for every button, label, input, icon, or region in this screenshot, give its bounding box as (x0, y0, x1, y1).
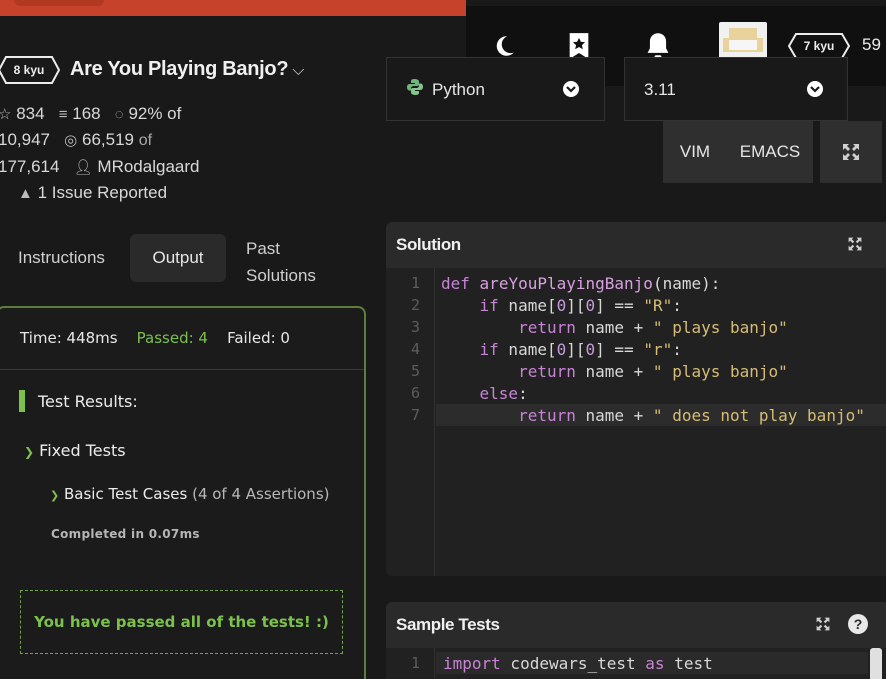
code-line[interactable]: return name + " plays banjo" (441, 318, 788, 337)
scrollbar-thumb[interactable] (870, 648, 882, 679)
line-number: 4 (410, 340, 420, 358)
chevron-down-icon (806, 80, 824, 103)
sample-tests-title: Sample Tests (396, 615, 500, 634)
target-icon: ◎ (64, 132, 78, 149)
chevron-down-icon (562, 80, 580, 103)
issues-text: 1 Issue Reported (37, 183, 168, 202)
code-line[interactable]: if name[0][0] == "R": (441, 296, 682, 315)
python-icon (406, 78, 424, 101)
code-line[interactable]: return name + " plays banjo" (441, 362, 788, 381)
kata-stats-row3: 177,614 👤︎ MRodalgaard (0, 157, 199, 177)
test-results-heading: Test Results: (38, 392, 138, 411)
test-summary: Time: 448ms Passed: 4 Failed: 0 (20, 329, 290, 347)
kata-stats-row1: ☆ 834 ≡ 168 ◌ 92% of (0, 104, 181, 124)
basic-cases-label: Basic Test Cases (64, 485, 188, 503)
line-number: 6 (410, 384, 420, 402)
help-icon[interactable]: ? (848, 614, 868, 634)
solution-editor: Solution 1 2 3 4 5 6 7 def areYouPlaying… (386, 222, 886, 576)
author-link[interactable]: MRodalgaard (97, 157, 199, 176)
completed-time: Completed in 0.07ms (51, 527, 200, 541)
completed-count: 66,519 (82, 130, 134, 149)
failed-label: Failed: 0 (227, 329, 290, 347)
solution-title: Solution (396, 235, 461, 254)
code-line[interactable]: import codewars_test as test (443, 654, 713, 673)
satisfaction-rating: 92% of (128, 104, 182, 123)
top-accent-tab (14, 0, 104, 6)
chevron-down-icon[interactable]: ⌵ (292, 62, 304, 79)
votes-count: 10,947 (0, 130, 50, 149)
issues-row[interactable]: ▲ 1 Issue Reported (18, 183, 167, 203)
chevron-right-icon: ❯ (50, 489, 60, 502)
version-value: 3.11 (644, 80, 676, 99)
code-line[interactable]: return name + " does not play banjo" (441, 406, 865, 425)
kata-rank-badge: 8 kyu (0, 56, 60, 84)
tab-output-label: Output (152, 248, 204, 267)
sample-tests-editor: Sample Tests ? 1 import codewars_test as… (386, 602, 886, 679)
kata-rank-text: 8 kyu (13, 63, 45, 77)
line-number: 1 (410, 654, 420, 672)
expand-icon[interactable] (815, 616, 831, 632)
line-number: 3 (410, 318, 420, 336)
user-rank-text: 7 kyu (803, 39, 835, 53)
attempts-count: 177,614 (0, 157, 60, 176)
line-number: 2 (410, 296, 420, 314)
code-line[interactable]: else: (441, 384, 528, 403)
chevron-down-icon: ❯ (24, 445, 35, 459)
kata-title-text: Are You Playing Banjo? (70, 58, 289, 80)
all-passed-text: You have passed all of the tests! :) (34, 613, 329, 631)
code-line[interactable]: def areYouPlayingBanjo(name): (441, 274, 720, 293)
time-label: Time: 448ms (20, 329, 118, 347)
star-icon[interactable]: ☆ (0, 106, 11, 123)
basic-test-cases-toggle[interactable]: ❯ Basic Test Cases (4 of 4 Assertions) (50, 485, 329, 503)
line-number: 1 (410, 274, 420, 292)
code-line[interactable]: if name[0][0] == "r": (441, 340, 682, 359)
fullscreen-button[interactable] (820, 121, 882, 183)
emacs-mode-button[interactable]: EMACS (727, 121, 813, 183)
output-divider (0, 369, 364, 370)
line-number: 7 (410, 406, 420, 424)
language-value: Python (432, 80, 485, 99)
tab-past-line1: Past (246, 239, 281, 258)
emacs-label: EMACS (739, 142, 801, 161)
vim-mode-button[interactable]: VIM (663, 121, 727, 183)
kata-title: Are You Playing Banjo? ⌵ (70, 58, 304, 81)
passed-label: Passed: 4 (136, 329, 208, 347)
satisfaction-icon: ◌ (114, 106, 124, 123)
user-rank-badge: 7 kyu (788, 33, 850, 59)
results-accent-bar (19, 390, 25, 412)
completed-of: of (138, 132, 153, 149)
fixed-tests-label: Fixed Tests (39, 441, 126, 460)
vim-label: VIM (679, 142, 711, 161)
fixed-tests-toggle[interactable]: ❯ Fixed Tests (24, 441, 126, 460)
tab-past-line2: Solutions (246, 266, 316, 285)
assertions-count: (4 of 4 Assertions) (192, 485, 330, 503)
all-tests-passed-banner: You have passed all of the tests! :) (20, 590, 343, 654)
kata-stats-row2: 10,947 ◎ 66,519 of (0, 130, 152, 150)
honor-score[interactable]: 59 (862, 35, 881, 55)
stars-count: 834 (16, 104, 45, 123)
tab-output[interactable]: Output (130, 234, 226, 282)
collections-count: 168 (72, 104, 101, 123)
expand-icon (843, 144, 859, 160)
solution-header: Solution (386, 222, 886, 268)
expand-icon[interactable] (847, 236, 863, 252)
collection-icon[interactable]: ≡ (59, 106, 68, 123)
tab-instructions[interactable]: Instructions (18, 248, 105, 268)
line-number: 5 (410, 362, 420, 380)
sample-tests-header: Sample Tests (386, 602, 886, 648)
user-icon: 👤︎ (73, 159, 93, 176)
warning-icon: ▲ (18, 185, 33, 202)
tab-past-solutions[interactable]: Past Solutions (246, 235, 316, 289)
